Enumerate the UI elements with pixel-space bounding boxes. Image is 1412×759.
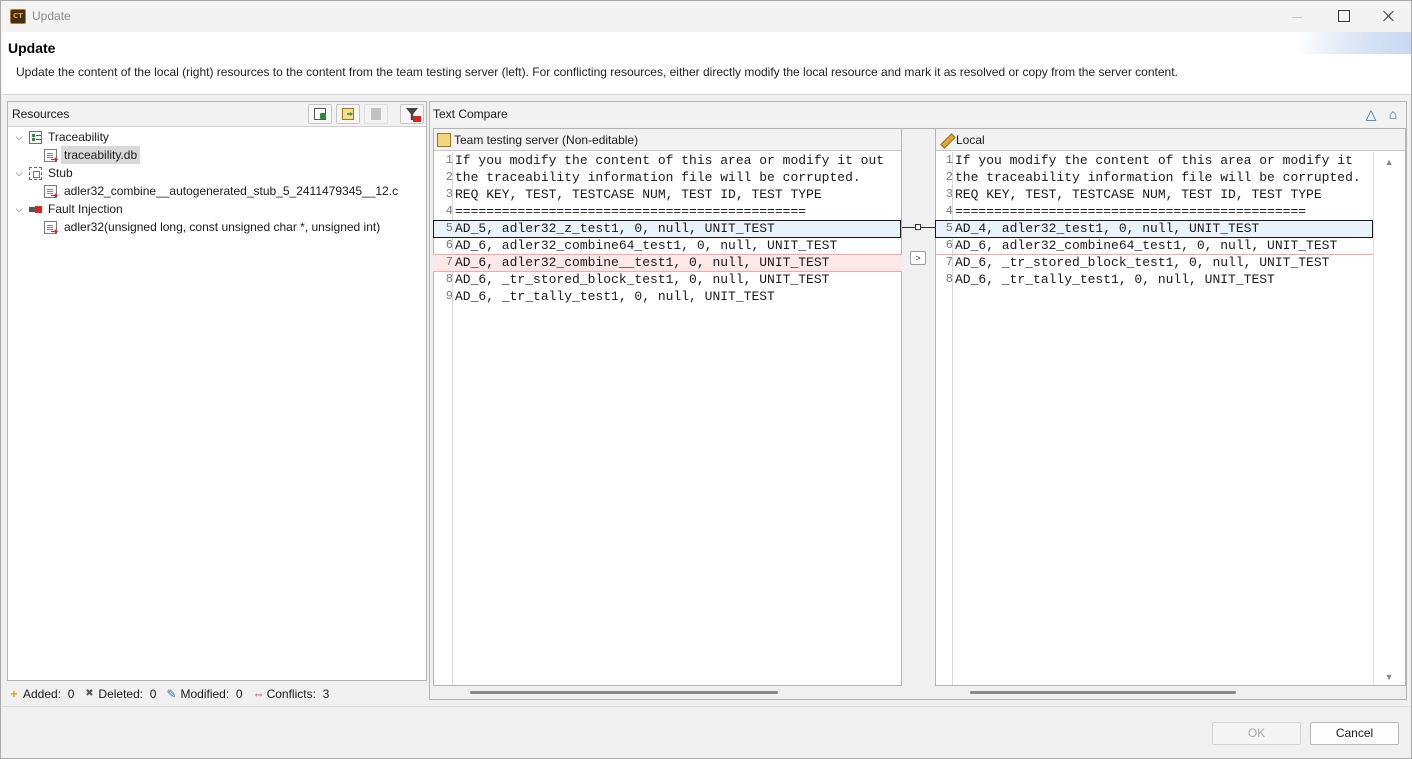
tree-node-label: Traceability [48, 130, 109, 144]
modified-icon: ✎ [166, 686, 177, 701]
modified-count: 0 [235, 686, 243, 701]
text-compare-header: Text Compare △ ⌂ [430, 102, 1406, 127]
diff-connector-node [915, 224, 921, 230]
deleted-count: 0 [149, 686, 157, 701]
traceability-icon [29, 131, 42, 144]
added-count: 0 [67, 686, 75, 701]
server-pane: Team testing server (Non-editable) 1 If y… [433, 128, 903, 694]
cancel-button[interactable]: Cancel [1310, 722, 1399, 745]
pencil-icon [939, 133, 953, 147]
server-pane-title: Team testing server (Non-editable) [454, 133, 639, 147]
copy-from-server-button[interactable] [336, 104, 360, 124]
text-compare-panel: Text Compare △ ⌂ Team testing server (No… [429, 101, 1407, 700]
local-code-editor[interactable]: 1 If you modify the content of this area … [937, 152, 1372, 312]
compare-icon [371, 108, 381, 120]
conflict-file-icon [44, 185, 57, 198]
mark-resolved-icon [314, 108, 326, 120]
vertical-scrollbar-track [1373, 152, 1374, 685]
chevron-down-icon[interactable]: ⌵ [13, 128, 25, 146]
filter-conflicts-button[interactable] [400, 104, 424, 124]
dialog-title: Update [8, 40, 56, 56]
local-pane-header: Local [936, 129, 1405, 151]
dialog-header: Update Update the content of the local (… [2, 32, 1411, 95]
modified-label: Modified: [180, 686, 230, 701]
tree-node-label: adler32(unsigned long, const unsigned ch… [64, 220, 381, 234]
fault-injection-icon [29, 203, 42, 216]
text-compare-title: Text Compare [433, 107, 508, 121]
next-difference-icon[interactable]: △ [1363, 106, 1379, 122]
local-pane: Local 1 If you modify the content of this… [935, 128, 1406, 694]
copy-from-server-icon [342, 108, 354, 120]
server-horizontal-scrollbar[interactable] [470, 691, 778, 694]
deleted-icon: ✖ [85, 688, 94, 700]
resources-panel: Resources ⌵ Traceability traceability.db… [7, 101, 427, 681]
tree-node-label: Fault Injection [48, 202, 123, 216]
conflicts-label: Conflicts: [266, 686, 316, 701]
scroll-up-arrow-icon[interactable]: ▲ [1384, 157, 1394, 167]
update-dialog: CT Update Update Update the content of t… [0, 0, 1412, 759]
window-title: Update [32, 9, 71, 23]
scroll-down-arrow-icon[interactable]: ▼ [1384, 672, 1394, 682]
header-banner-decoration [1271, 32, 1411, 54]
local-horizontal-scrollbar[interactable] [970, 691, 1236, 694]
added-icon: + [10, 686, 18, 701]
server-code[interactable]: 1 If you modify the content of this area … [437, 152, 902, 312]
dialog-description: Update the content of the local (right) … [16, 65, 1178, 79]
resource-status-bar: + Added: 0 ✖ Deleted: 0 ✎ Modified: 0 ⇔ Conf… [9, 686, 329, 702]
read-only-icon [437, 133, 451, 147]
mark-resolved-button[interactable] [308, 104, 332, 124]
previous-difference-icon[interactable]: ⌂ [1385, 106, 1401, 122]
deleted-label: Deleted: [98, 686, 144, 701]
app-logo-icon: CT [10, 9, 26, 24]
local-pane-title: Local [956, 133, 985, 147]
conflicts-count: 3 [322, 686, 330, 701]
conflicts-icon: ⇔ [252, 686, 265, 701]
stub-icon [29, 167, 42, 180]
compare-disabled-button[interactable] [364, 104, 388, 124]
ok-button[interactable]: OK [1212, 722, 1301, 745]
merge-gutter: > [902, 128, 935, 686]
server-pane-header: Team testing server (Non-editable) [434, 129, 901, 151]
resources-header: Resources [8, 102, 426, 127]
tree-node-label: Stub [48, 166, 73, 180]
title-bar: CT Update [1, 1, 1411, 32]
minimize-button[interactable] [1274, 1, 1320, 32]
chevron-down-icon[interactable]: ⌵ [13, 200, 25, 218]
conflict-file-icon [44, 149, 57, 162]
copy-left-to-right-button[interactable]: > [910, 251, 926, 265]
tree-node-label: adler32_combine__autogenerated_stub_5_24… [64, 184, 399, 198]
footer-separator [2, 706, 1411, 707]
conflict-file-icon [44, 221, 57, 234]
maximize-button[interactable] [1320, 1, 1366, 32]
chevron-down-icon[interactable]: ⌵ [13, 164, 25, 182]
tree-node-label: traceability.db [61, 146, 141, 164]
conflict-marker-icon [413, 116, 421, 122]
added-label: Added: [23, 686, 62, 701]
close-window-button[interactable] [1366, 1, 1412, 32]
resources-title: Resources [12, 107, 70, 121]
